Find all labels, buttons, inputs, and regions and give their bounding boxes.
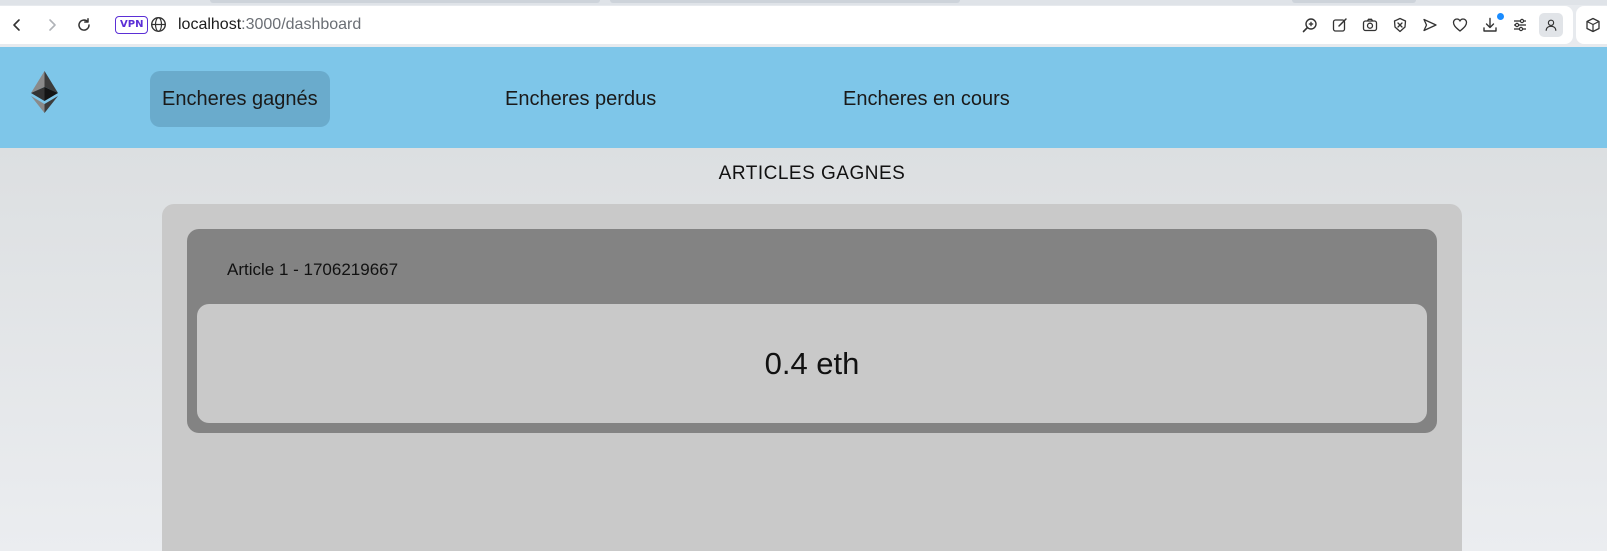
send-icon[interactable]: [1420, 15, 1440, 35]
heart-icon[interactable]: [1450, 15, 1470, 35]
section-title: ARTICLES GAGNES: [718, 163, 906, 184]
nav-link-won[interactable]: Encheres gagnés: [150, 71, 330, 127]
menu-icon[interactable]: [1510, 15, 1530, 35]
article-price: 0.4 eth: [764, 345, 860, 381]
zoom-icon[interactable]: [1300, 15, 1320, 35]
camera-icon[interactable]: [1360, 15, 1380, 35]
forward-icon[interactable]: [41, 14, 63, 36]
vpn-badge[interactable]: VPN: [115, 16, 149, 34]
download-badge: [1497, 13, 1504, 20]
nav-link-lost[interactable]: Encheres perdus: [505, 71, 656, 127]
edit-icon[interactable]: [1330, 15, 1350, 35]
url-host: localhost: [178, 16, 242, 33]
ethereum-icon[interactable]: [31, 71, 58, 113]
nav-link-ongoing[interactable]: Encheres en cours: [843, 71, 1010, 127]
extension-icon[interactable]: [1583, 15, 1603, 35]
tab-edge[interactable]: [1292, 0, 1416, 3]
shield-icon[interactable]: [1390, 15, 1410, 35]
tab-edge[interactable]: [210, 0, 600, 3]
article-price-box: 0.4 eth: [197, 304, 1427, 423]
article-title: Article 1 - 1706219667: [227, 260, 399, 279]
url-text[interactable]: localhost:3000/dashboard: [178, 14, 361, 36]
back-icon[interactable]: [6, 14, 28, 36]
profile-icon[interactable]: [1539, 13, 1563, 37]
globe-icon[interactable]: [150, 16, 167, 33]
reload-icon[interactable]: [73, 14, 95, 36]
tab-edge[interactable]: [610, 0, 960, 3]
url-path: :3000/dashboard: [241, 16, 362, 33]
